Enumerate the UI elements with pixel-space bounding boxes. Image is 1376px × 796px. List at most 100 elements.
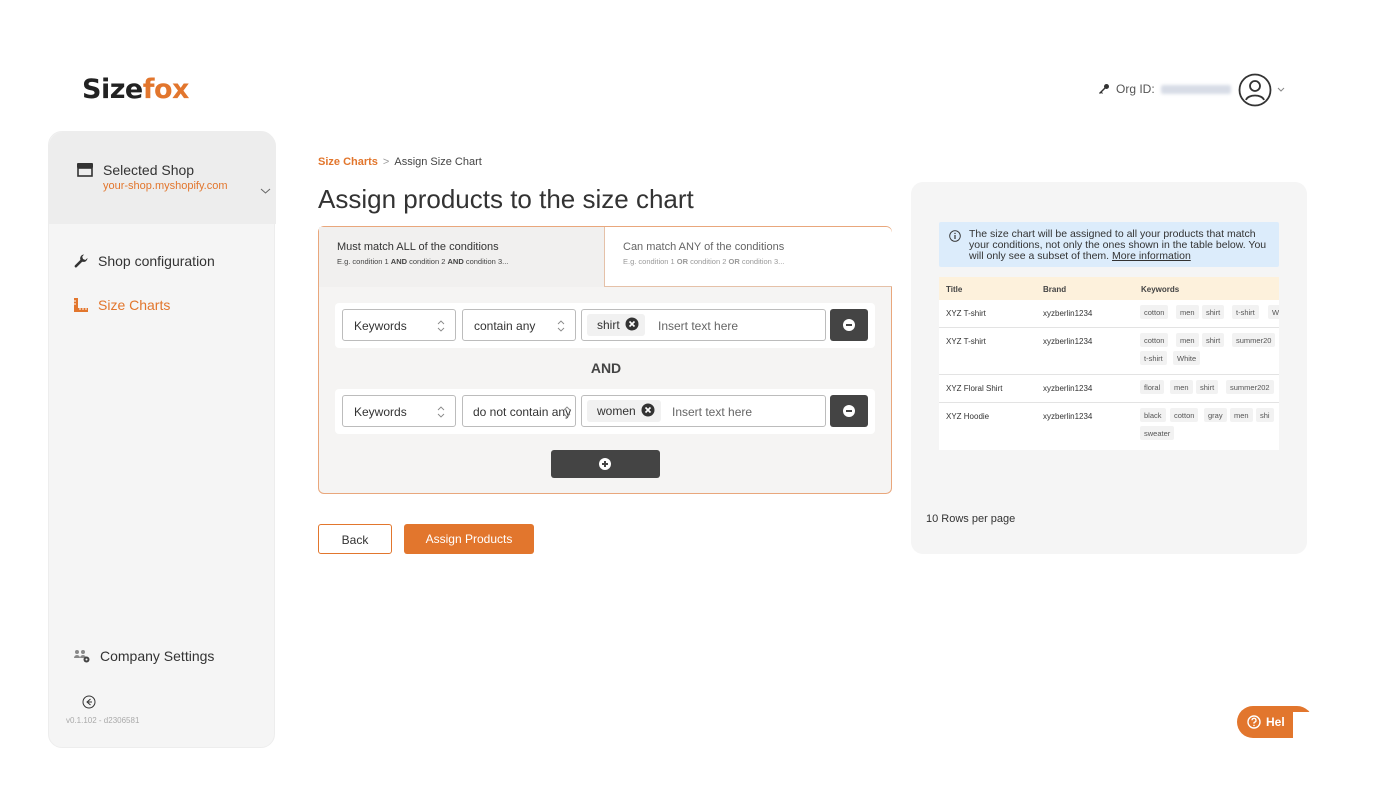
sidebar-item-company-settings[interactable]: Company Settings [73,648,214,664]
keyword-tag: gray [1204,408,1227,422]
more-information-link[interactable]: More information [1112,250,1191,262]
tab-subtitle: E.g. condition 1 OR condition 2 OR condi… [623,257,892,266]
back-button[interactable]: Back [318,524,392,554]
keyword-tag: White [1173,351,1201,365]
tab-title: Must match ALL of the conditions [337,241,499,253]
condition-field-select[interactable]: Keywords [342,395,456,427]
remove-chip-icon[interactable] [641,403,655,417]
condition-operator-value: do not contain any [473,405,572,419]
condition-operator-select[interactable]: do not contain any [462,395,576,427]
breadcrumb-current: Assign Size Chart [394,156,482,168]
keyword-tag: W [1268,305,1279,319]
sizefox-logo[interactable]: Sizefox [82,74,189,105]
logo-part-size: Size [82,74,143,105]
remove-chip-icon[interactable] [625,317,639,331]
cell-brand: xyzberlin1234 [1043,384,1093,393]
keyword-tag: cotton [1170,408,1199,422]
question-circle-icon [1247,715,1261,729]
help-label: Hel [1266,715,1285,729]
sidebar: Selected Shop your-shop.myshopify.com Sh… [48,131,276,748]
selected-shop-selector[interactable]: Selected Shop your-shop.myshopify.com [49,132,276,224]
remove-condition-button[interactable] [830,309,868,341]
org-id-value-masked [1160,84,1231,94]
tab-sub-text: condition 2 [407,257,448,266]
products-preview-panel: The size chart will be assigned to all y… [911,182,1307,554]
store-icon [77,163,93,177]
condition-field-value: Keywords [354,405,407,419]
keyword-tag: men [1230,408,1253,422]
page-title: Assign products to the size chart [318,184,694,214]
condition-field-value: Keywords [354,319,407,333]
products-table: Title Brand Keywords XYZ T-shirt xyzberl… [939,277,1279,450]
plus-circle-icon [599,458,611,470]
tab-subtitle: E.g. condition 1 AND condition 2 AND con… [337,257,604,266]
column-header-brand[interactable]: Brand [1043,285,1066,294]
logo-part-fox: fox [142,74,190,105]
cell-title: XYZ T-shirt [946,309,986,318]
sidebar-item-size-charts[interactable]: Size Charts [73,297,170,313]
condition-joiner: AND [590,360,622,376]
org-id-label: Org ID: [1116,82,1155,96]
keyword-tag: t-shirt [1232,305,1259,319]
keyword-chip: women [587,400,661,422]
sidebar-item-label: Shop configuration [98,253,215,269]
collapse-sidebar-icon[interactable] [82,695,96,709]
sidebar-item-shop-configuration[interactable]: Shop configuration [73,253,215,269]
updown-chevron-icon [437,320,445,332]
condition-operator-value: contain any [474,319,536,333]
tab-match-all[interactable]: Must match ALL of the conditions E.g. co… [319,227,605,287]
tags-input-placeholder[interactable]: Insert text here [672,405,752,419]
cell-title: XYZ T-shirt [946,337,986,346]
condition-tags-input[interactable]: shirt Insert text here [581,309,826,341]
tab-sub-op: OR [676,257,689,266]
assign-products-button[interactable]: Assign Products [404,524,534,554]
breadcrumb-size-charts[interactable]: Size Charts [318,156,378,168]
info-banner: The size chart will be assigned to all y… [939,222,1279,267]
keyword-chip-label: women [597,404,636,418]
tab-sub-text: E.g. condition 1 [337,257,391,266]
minus-circle-icon [843,319,855,331]
keyword-tag: cotton [1140,333,1169,347]
condition-field-select[interactable]: Keywords [342,309,456,341]
keyword-tag: floral [1140,380,1165,394]
keyword-tag: cotton [1140,305,1169,319]
user-avatar-icon[interactable] [1238,73,1272,107]
updown-chevron-icon [437,406,445,418]
tab-sub-text: condition 3... [739,257,785,266]
keyword-tag: men [1176,333,1199,347]
chevron-down-icon[interactable] [260,187,271,195]
condition-tags-input[interactable]: women Insert text here [581,395,826,427]
updown-chevron-icon [557,320,565,332]
keyword-tag: men [1170,380,1193,394]
tags-input-placeholder[interactable]: Insert text here [658,319,738,333]
table-row: XYZ Hoodie xyzberlin1234 black cotton gr… [939,403,1279,450]
selected-shop-title: Selected Shop [103,162,195,178]
help-overlay-panel [1293,712,1333,752]
sidebar-item-label: Company Settings [100,648,215,664]
add-condition-button[interactable] [551,450,660,478]
column-header-keywords[interactable]: Keywords [1141,285,1179,294]
cell-title: XYZ Floral Shirt [946,384,1003,393]
tab-sub-text: condition 3... [463,257,509,266]
updown-chevron-icon [563,406,571,418]
ruler-icon [74,298,88,312]
column-header-title[interactable]: Title [946,285,962,294]
condition-operator-select[interactable]: contain any [462,309,576,341]
rows-per-page[interactable]: 10 Rows per page [926,513,1015,525]
company-users-gear-icon [74,650,90,663]
keyword-tag: men [1176,305,1199,319]
tab-match-any[interactable]: Can match ANY of the conditions E.g. con… [605,227,892,287]
breadcrumb: Size Charts > Assign Size Chart [318,156,482,168]
table-row: XYZ Floral Shirt xyzberlin1234 floral me… [939,375,1279,403]
cell-brand: xyzberlin1234 [1043,412,1093,421]
keyword-tag: t-shirt [1140,351,1167,365]
keyword-chip: shirt [587,314,645,336]
remove-condition-button[interactable] [830,395,868,427]
keyword-tag: summer20 [1232,333,1276,347]
keyword-tag: shirt [1202,305,1225,319]
keyword-chip-label: shirt [597,318,620,332]
cell-brand: xyzberlin1234 [1043,337,1093,346]
sidebar-item-label: Size Charts [98,297,171,313]
chevron-down-icon[interactable] [1276,84,1286,94]
keyword-tag: shirt [1196,380,1219,394]
